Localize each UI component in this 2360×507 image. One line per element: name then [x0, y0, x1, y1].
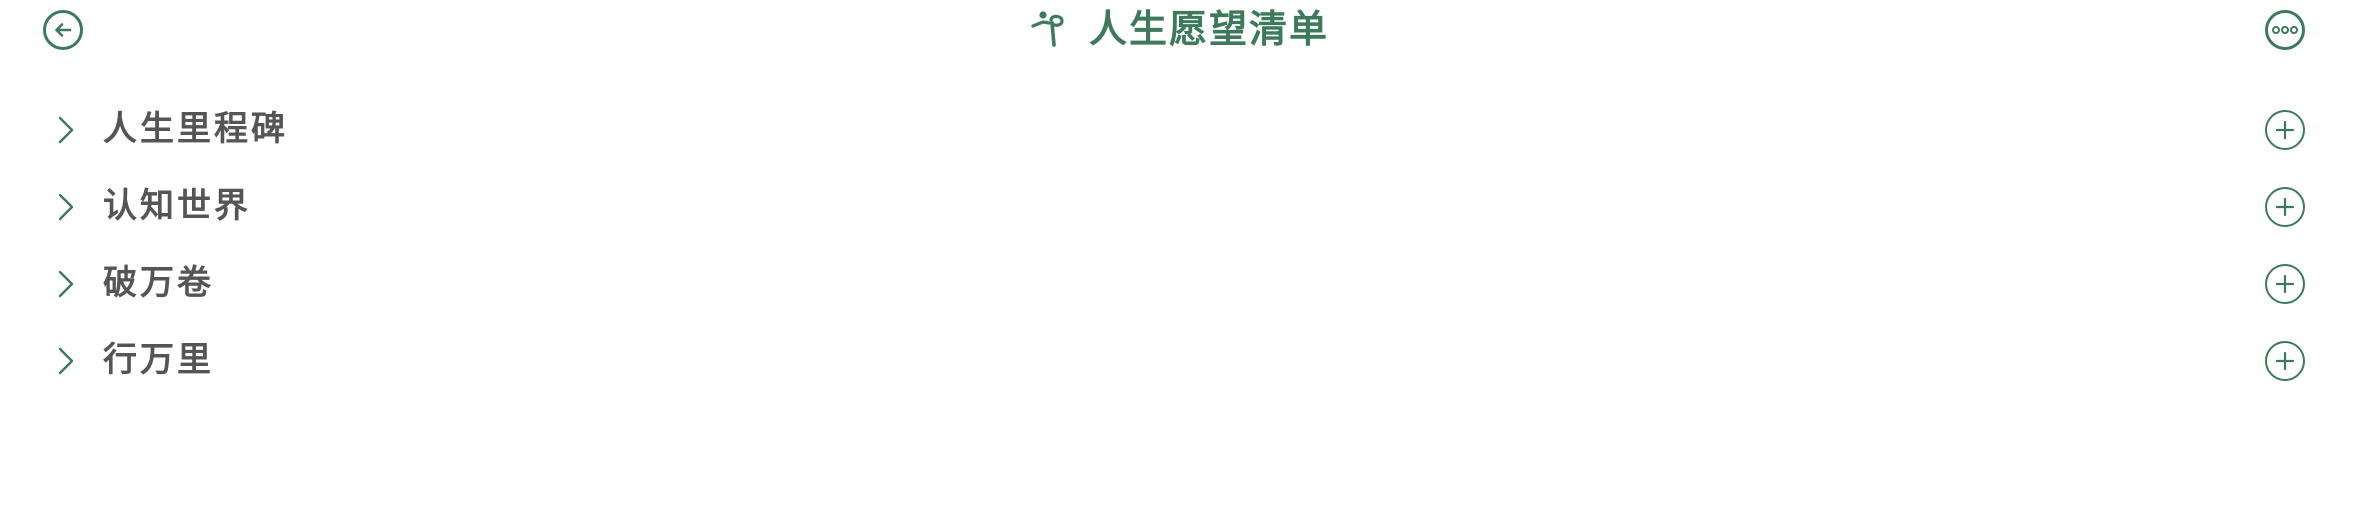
more-horizontal-circle-icon	[2272, 26, 2298, 34]
add-item-button[interactable]	[2265, 187, 2305, 227]
chevron-right-icon[interactable]	[52, 192, 78, 222]
chevron-right-icon[interactable]	[52, 115, 78, 145]
more-button[interactable]	[2265, 10, 2305, 50]
plus-circle-icon	[2275, 351, 2295, 371]
plus-circle-icon	[2275, 120, 2295, 140]
list-item: 认知世界	[0, 173, 2360, 250]
list-item: 行万里	[0, 327, 2360, 404]
category-label[interactable]: 人生里程碑	[103, 106, 288, 152]
chevron-right-icon[interactable]	[52, 269, 78, 299]
page-title: 人生愿望清单	[1088, 7, 1329, 51]
category-label[interactable]: 行万里	[103, 337, 214, 383]
list-item: 人生里程碑	[0, 96, 2360, 173]
list-item: 破万卷	[0, 250, 2360, 327]
wish-category-list: 人生里程碑 认知世界 破万卷 行万里	[0, 96, 2360, 404]
plus-circle-icon	[2275, 197, 2295, 217]
page-title-group: 人生愿望清单	[0, 4, 2360, 54]
add-item-button[interactable]	[2265, 341, 2305, 381]
chevron-right-icon[interactable]	[52, 346, 78, 376]
person-walking-icon	[1031, 11, 1064, 47]
plus-circle-icon	[2275, 274, 2295, 294]
category-label[interactable]: 破万卷	[103, 260, 214, 306]
add-item-button[interactable]	[2265, 264, 2305, 304]
header-bar: 人生愿望清单	[0, 0, 2360, 58]
category-label[interactable]: 认知世界	[103, 183, 251, 229]
add-item-button[interactable]	[2265, 110, 2305, 150]
